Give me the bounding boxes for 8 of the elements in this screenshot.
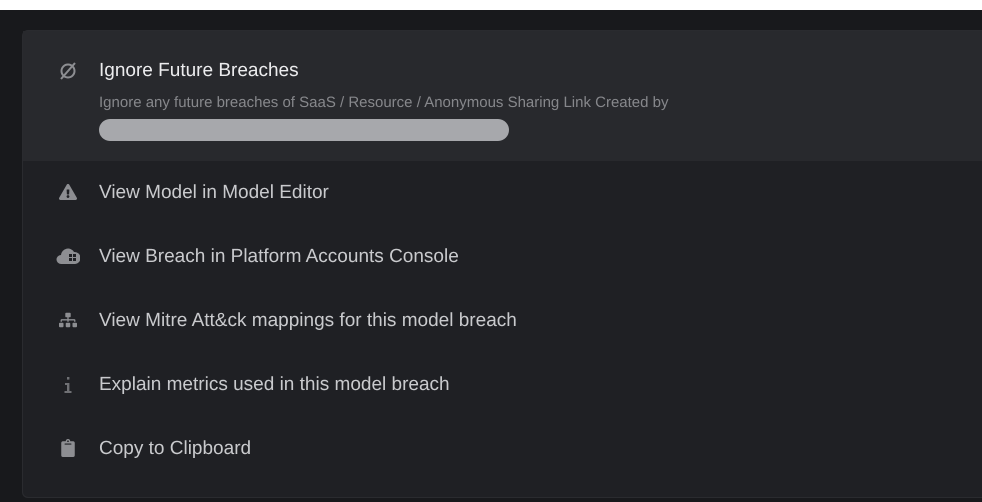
hierarchy-icon	[59, 311, 77, 329]
menu-item-description: Ignore any future breaches of SaaS / Resource / Anonymous Sharing Link Created by	[99, 93, 669, 113]
cloud-icon	[56, 247, 80, 265]
warning-icon	[59, 183, 77, 201]
clipboard-icon	[59, 439, 77, 457]
empty-set-icon	[58, 61, 78, 81]
info-icon	[63, 375, 73, 395]
menu-item[interactable]: Ignore Future Breaches Ignore any future breaches of SaaS / Resource / Anonymous Sharing Link Created by	[23, 31, 982, 161]
